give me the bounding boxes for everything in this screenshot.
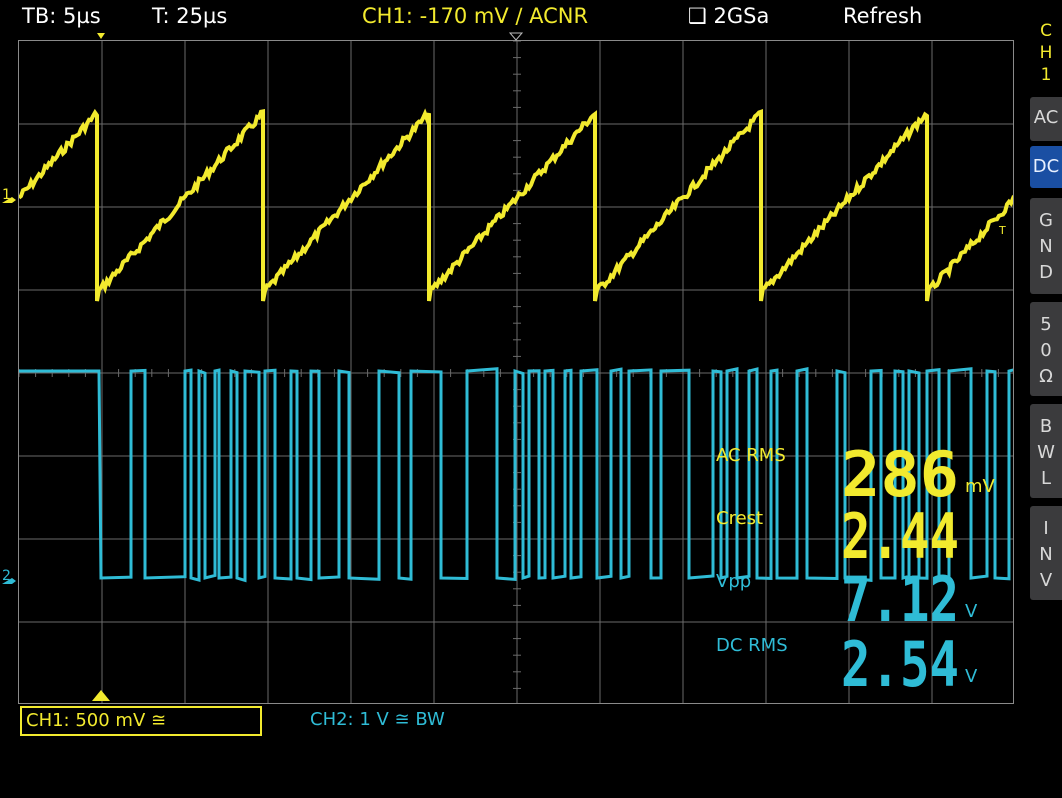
sample-rate-readout[interactable]: ❑ 2GSa	[688, 4, 769, 28]
measurement-value: 7.12	[841, 563, 959, 636]
timebase-readout[interactable]: TB: 5µs	[22, 4, 101, 28]
ch2-settings-label[interactable]: CH2: 1 V ≅ BW	[310, 709, 445, 736]
ch2-marker-label: 2	[2, 568, 11, 584]
measurement-unit: V	[965, 601, 978, 622]
coupling-button-bwl[interactable]: B W L	[1030, 404, 1062, 498]
coupling-button-ac[interactable]: AC	[1030, 97, 1062, 141]
coupling-button-50ohm[interactable]: 5 0 Ω	[1030, 302, 1062, 396]
measurement-value: 2.54	[841, 628, 959, 701]
trigger-time-readout[interactable]: T: 25µs	[152, 4, 227, 28]
measurement-label: Crest	[716, 508, 763, 529]
measurement-unit: V	[965, 666, 978, 687]
channel-tab[interactable]: CH1	[1033, 20, 1059, 86]
ch2-level-marker	[2, 578, 16, 584]
ch1-settings-box[interactable]: CH1: 500 mV ≅	[20, 706, 262, 736]
measurement-label: Vpp	[716, 571, 751, 592]
ch1-level-marker	[2, 197, 16, 203]
coupling-button-dc[interactable]: DC	[1030, 146, 1062, 188]
measurement-label: AC RMS	[716, 445, 786, 466]
ch1-marker-label: 1	[2, 187, 11, 203]
coupling-button-inv[interactable]: I N V	[1030, 506, 1062, 600]
waveform-display[interactable]: AC RMS 286 mV Crest 2.44 Vpp 7.12 V DC RMS 2.54 V	[18, 40, 1014, 704]
sample-rate-value: 2GSa	[713, 4, 770, 28]
center-marker	[508, 32, 524, 41]
acquisition-icon: ❑	[688, 4, 707, 28]
measurement-label: DC RMS	[716, 635, 788, 656]
measurement-unit: mV	[965, 476, 996, 497]
waveform-canvas: AC RMS 286 mVCrest 2.44Vpp 7.12 VDC RMS 2.54 V	[19, 41, 1013, 703]
trigger-readout[interactable]: CH1: -170 mV ∕ ACNR	[362, 4, 588, 28]
trigger-position-marker-top	[97, 33, 105, 39]
acquisition-mode-readout[interactable]: Refresh	[843, 4, 922, 28]
coupling-button-gnd[interactable]: G N D	[1030, 198, 1062, 294]
channel-tab-label: CH1	[1039, 21, 1053, 85]
